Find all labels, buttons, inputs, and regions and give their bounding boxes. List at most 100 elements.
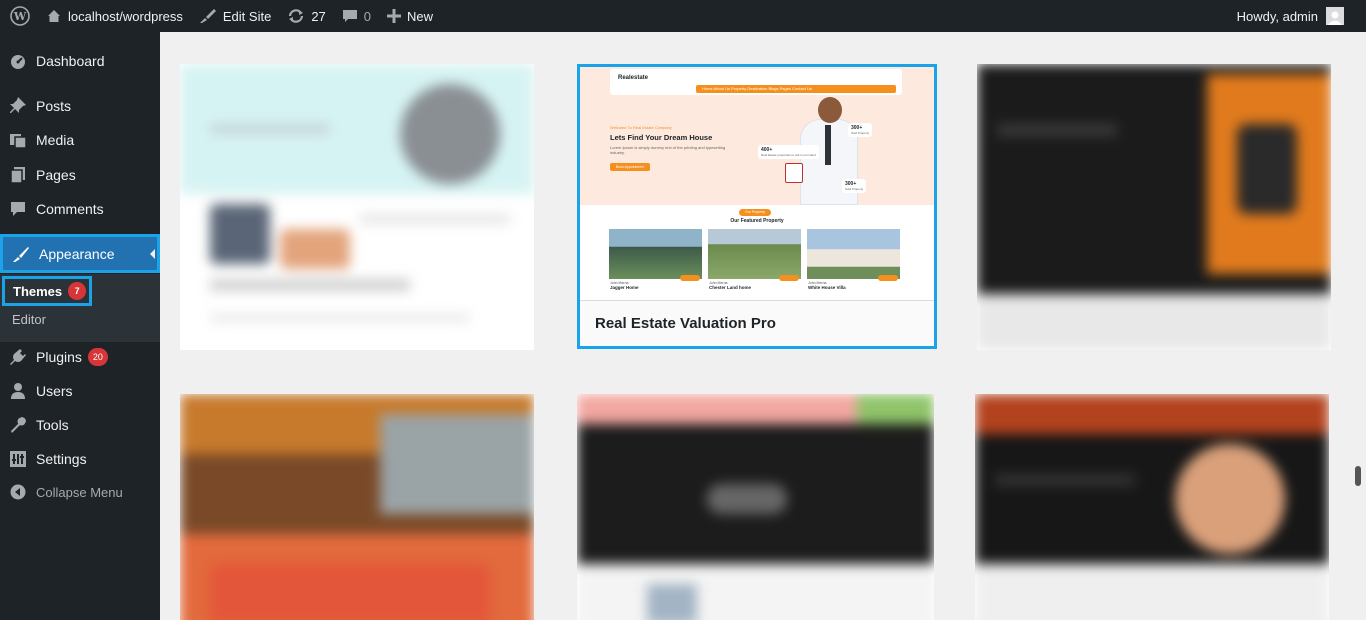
- greeting-text: Howdy, admin: [1236, 8, 1318, 24]
- menu-item-tools[interactable]: Tools: [0, 408, 160, 442]
- comment-icon: [342, 8, 358, 24]
- theme-card[interactable]: [975, 394, 1329, 620]
- preview-card-title: Chester Land home: [709, 285, 752, 290]
- page-scrollbar-track[interactable]: [1350, 32, 1366, 620]
- preview-property-card: John Merna Jagger Home: [609, 229, 702, 300]
- preview-stat-2-label: Sold Property: [851, 131, 870, 135]
- preview-house-icon: [785, 163, 803, 183]
- menu-item-appearance[interactable]: Appearance: [0, 234, 160, 273]
- preview-hero: Realestate Home About Us Property Destin…: [580, 67, 934, 205]
- menu-item-dashboard[interactable]: Dashboard: [0, 44, 160, 78]
- page-scrollbar-thumb[interactable]: [1355, 466, 1361, 486]
- preview-logo: Realestate: [618, 75, 649, 81]
- menu-label-posts: Posts: [36, 98, 72, 114]
- preview-headline: Lets Find Your Dream House: [610, 133, 713, 142]
- menu-item-posts[interactable]: Posts: [0, 89, 160, 123]
- site-name-label: localhost/wordpress: [68, 8, 183, 24]
- updates-link[interactable]: 27: [279, 0, 333, 32]
- theme-card[interactable]: [577, 394, 934, 620]
- preview-stat-1-label: Real Estate properties to sell in our Ha…: [761, 153, 816, 157]
- plus-icon: [387, 9, 402, 23]
- menu-item-plugins[interactable]: Plugins 20: [0, 340, 160, 374]
- collapse-menu-button[interactable]: Collapse Menu: [0, 475, 160, 509]
- menu-item-settings[interactable]: Settings: [0, 442, 160, 476]
- preview-property-card: John Merna Chester Land home: [708, 229, 801, 300]
- menu-label-media: Media: [36, 132, 75, 148]
- menu-label-plugins: Plugins: [36, 349, 82, 365]
- theme-name[interactable]: Real Estate Valuation Pro: [580, 300, 934, 346]
- wrench-icon: [0, 416, 36, 434]
- menu-label-users: Users: [36, 383, 73, 399]
- settings-sliders-icon: [0, 450, 36, 468]
- menu-label-settings: Settings: [36, 451, 87, 467]
- plugins-count-badge: 20: [87, 348, 108, 366]
- preview-button: Book Appointment: [610, 163, 650, 171]
- menu-label-tools: Tools: [36, 417, 69, 433]
- current-menu-arrow: [150, 249, 155, 259]
- theme-screenshot: [180, 64, 534, 350]
- dashboard-icon: [0, 52, 36, 70]
- menu-label-appearance: Appearance: [39, 245, 115, 262]
- brush-icon: [199, 8, 217, 24]
- themes-grid: Realestate Home About Us Property Destin…: [160, 32, 1350, 620]
- menu-item-pages[interactable]: Pages: [0, 158, 160, 192]
- preview-person-head: [818, 97, 842, 123]
- preview-price-tag: [680, 275, 700, 281]
- theme-screenshot: [975, 394, 1329, 620]
- preview-card-title: White House Villa: [808, 285, 846, 290]
- avatar: [1326, 7, 1344, 25]
- submenu-label-themes: Themes: [13, 283, 63, 299]
- active-theme-screenshot: Realestate Home About Us Property Destin…: [580, 67, 934, 300]
- media-icon: [0, 131, 36, 149]
- admin-sidebar: Dashboard Posts Media Pages Comments App…: [0, 32, 160, 620]
- theme-screenshot: [977, 64, 1331, 350]
- updates-count: 27: [311, 8, 326, 24]
- preview-card-title: Jagger Home: [610, 285, 639, 290]
- preview-stat-2: 300+ Sold Property: [848, 123, 873, 137]
- admin-bar: W localhost/wordpress Edit Site 27 0 New…: [0, 0, 1366, 32]
- theme-card[interactable]: [180, 64, 534, 350]
- active-theme-card[interactable]: Realestate Home About Us Property Destin…: [577, 64, 937, 349]
- theme-card[interactable]: [977, 64, 1331, 350]
- preview-stat-3-label: Sold Property: [845, 187, 864, 191]
- themes-count-badge: 7: [68, 282, 87, 300]
- user-icon: [0, 382, 36, 400]
- menu-item-comments[interactable]: Comments: [0, 192, 160, 226]
- pages-icon: [0, 166, 36, 184]
- comments-link[interactable]: 0: [334, 0, 379, 32]
- edit-site-link[interactable]: Edit Site: [191, 0, 279, 32]
- preview-kicker: Welcome To Real Estate Company: [610, 125, 672, 130]
- site-name-link[interactable]: localhost/wordpress: [38, 0, 191, 32]
- comments-icon: [0, 200, 36, 218]
- menu-item-users[interactable]: Users: [0, 374, 160, 408]
- preview-tie: [825, 125, 831, 165]
- preview-price-tag: [779, 275, 799, 281]
- preview-property-image: [708, 229, 801, 279]
- plugin-icon: [0, 348, 36, 366]
- menu-item-media[interactable]: Media: [0, 123, 160, 157]
- preview-price-tag: [878, 275, 898, 281]
- preview-pill: Our Property: [739, 209, 771, 216]
- theme-card[interactable]: [180, 394, 534, 620]
- menu-label-pages: Pages: [36, 167, 76, 183]
- preview-header: Realestate Home About Us Property Destin…: [610, 69, 902, 95]
- submenu-item-themes[interactable]: Themes 7: [2, 276, 92, 306]
- menu-label-dashboard: Dashboard: [36, 53, 105, 69]
- collapse-arrow-icon: [0, 484, 36, 500]
- submenu-item-editor[interactable]: Editor: [12, 312, 46, 327]
- preview-property-card: John Merna White House Villa: [807, 229, 900, 300]
- preview-property-image: [609, 229, 702, 279]
- theme-screenshot: [180, 394, 534, 620]
- my-account-link[interactable]: Howdy, admin: [1237, 7, 1366, 25]
- theme-screenshot: [577, 394, 934, 620]
- svg-text:W: W: [13, 10, 27, 23]
- new-label: New: [407, 8, 434, 24]
- new-content-link[interactable]: New: [379, 0, 441, 32]
- appearance-brush-icon: [3, 245, 39, 263]
- preview-stat-1: 400+ Real Estate properties to sell in o…: [758, 145, 819, 159]
- comments-count: 0: [363, 8, 372, 24]
- preview-text: Lorem Ipsum is simply dummy text of the …: [610, 145, 726, 155]
- edit-site-label: Edit Site: [222, 8, 272, 24]
- preview-property-image: [807, 229, 900, 279]
- wordpress-logo-icon[interactable]: W: [0, 0, 38, 32]
